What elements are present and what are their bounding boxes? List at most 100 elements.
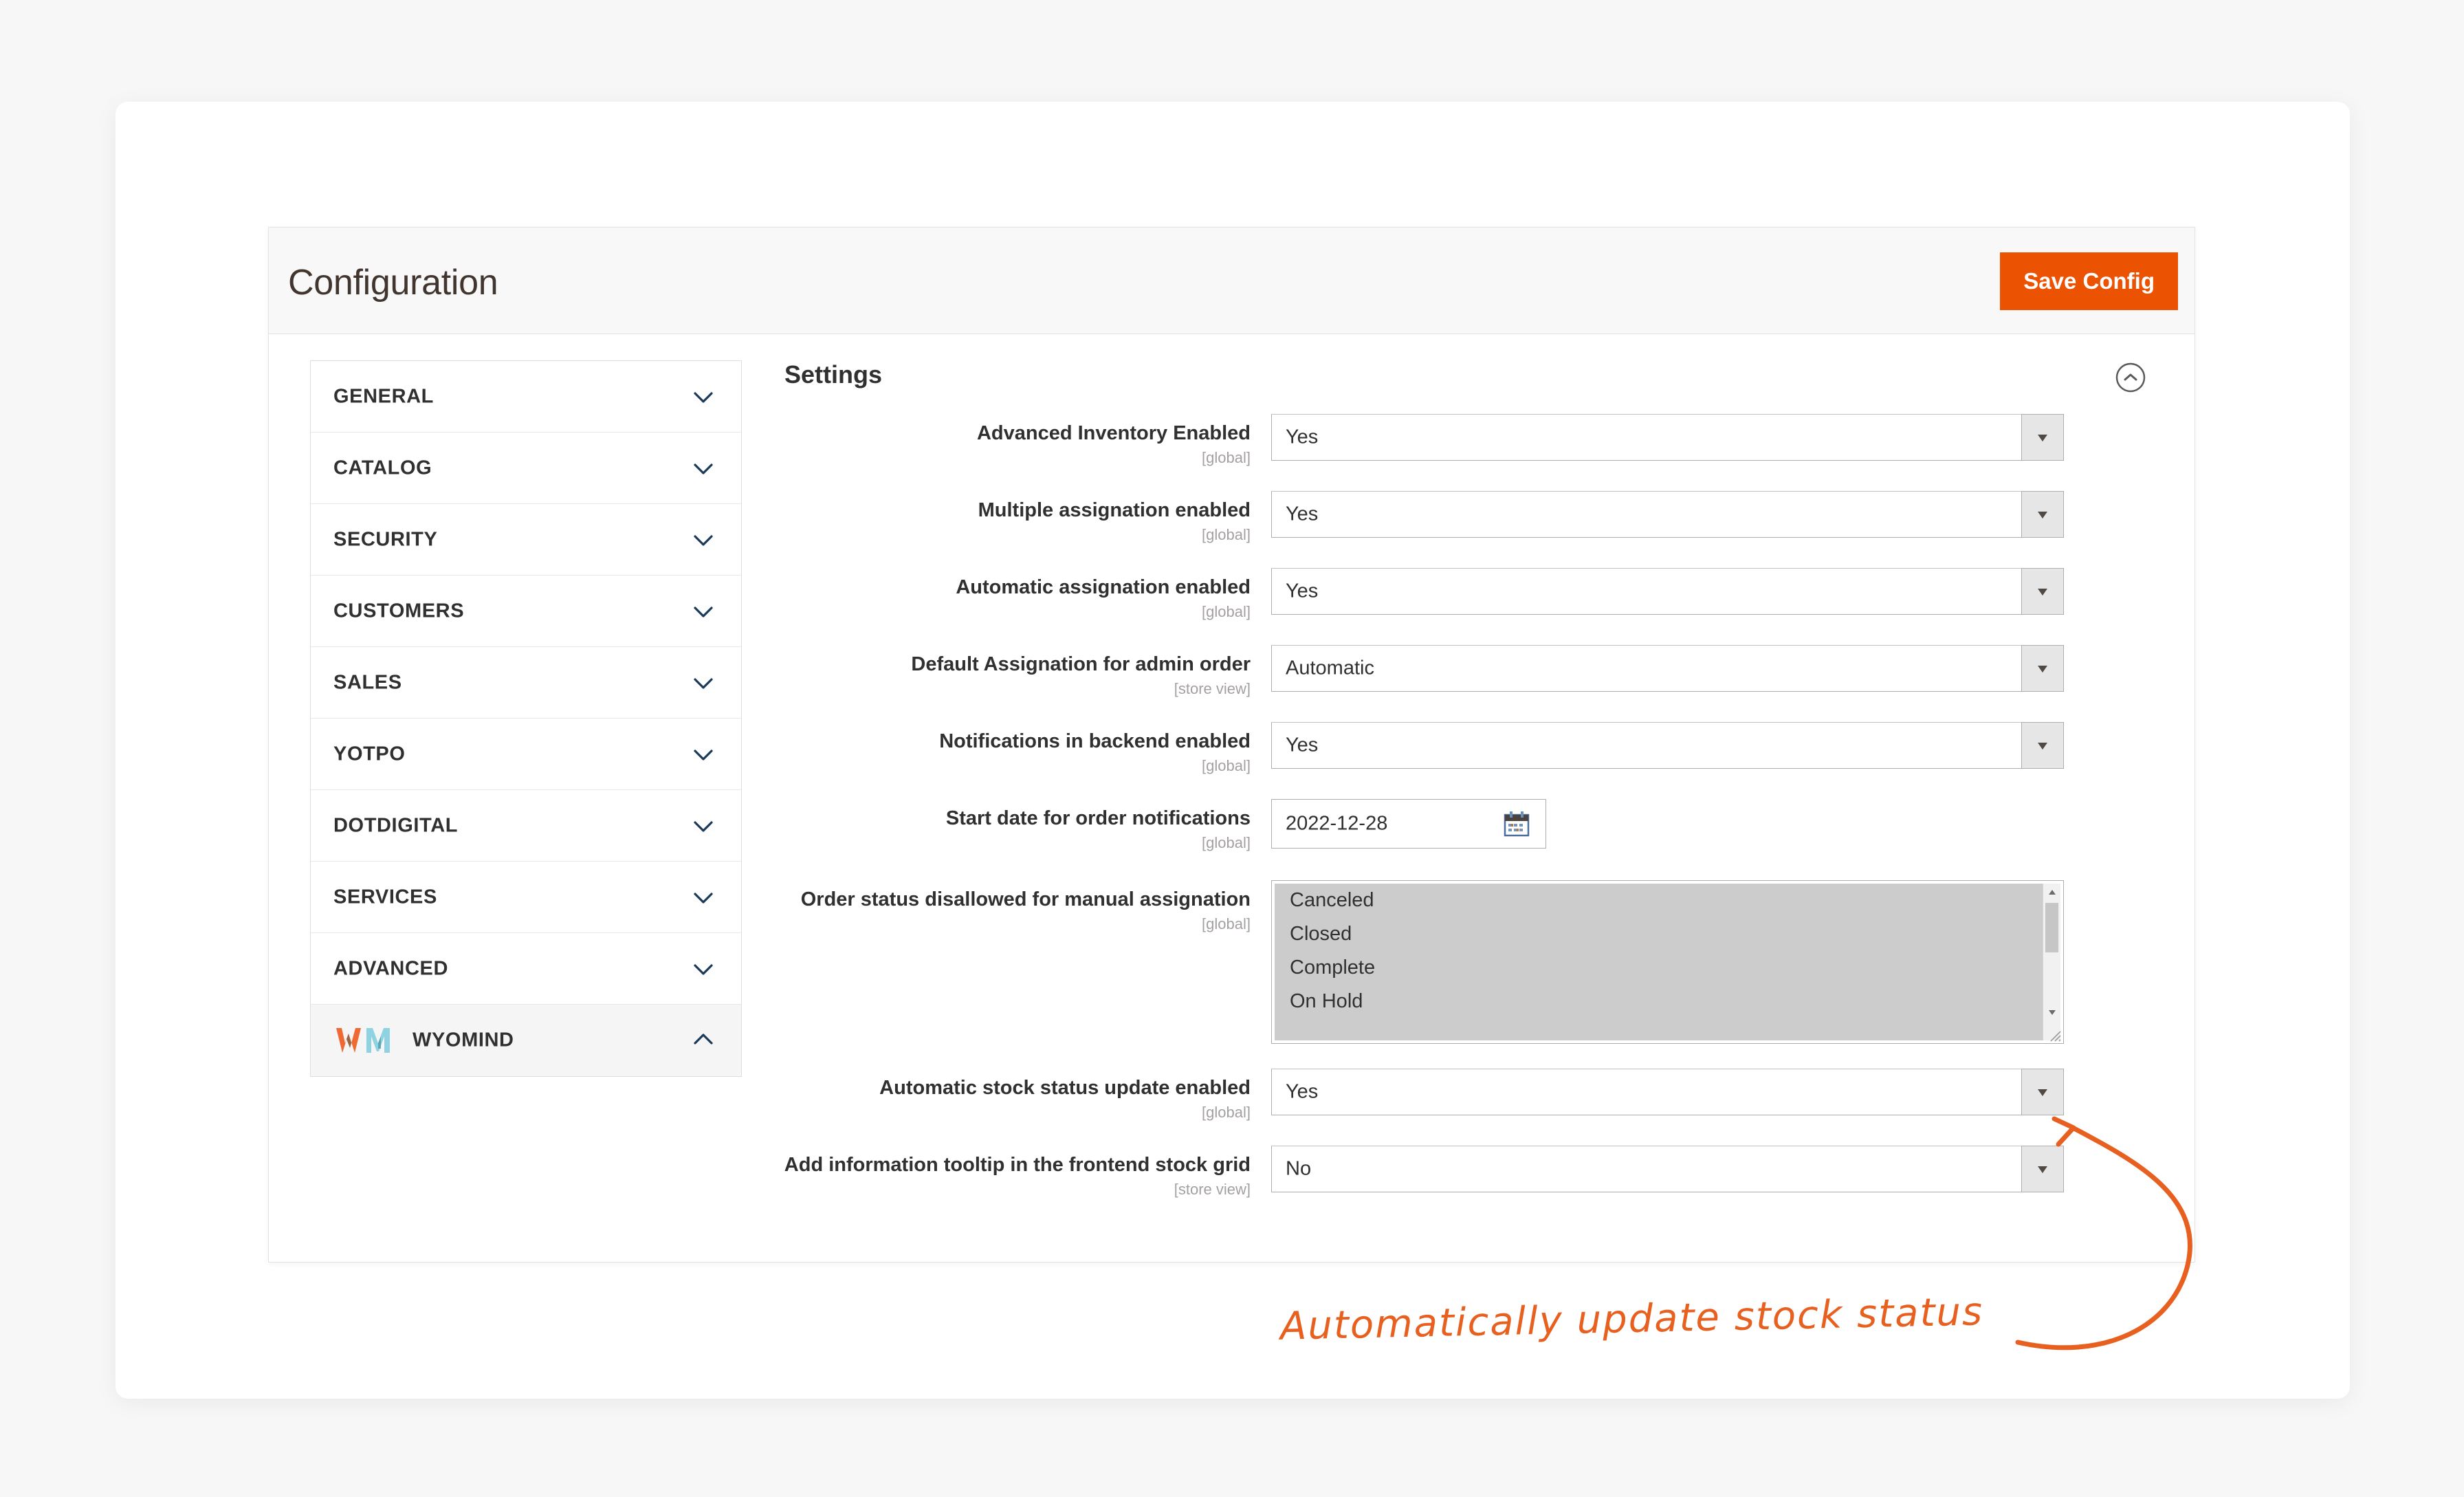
sidebar-item-label: YOTPO xyxy=(333,743,406,765)
field-row: Add information tooltip in the frontend … xyxy=(769,1141,2167,1214)
field-control: No xyxy=(1271,1146,2064,1192)
field-label-wrap: Multiple assignation enabled [global] xyxy=(769,487,1251,543)
select-value: Yes xyxy=(1286,1080,1319,1103)
chevron-down-icon[interactable] xyxy=(2021,645,2064,692)
field-control: Yes xyxy=(1271,722,2064,769)
field-label: Start date for order notifications xyxy=(945,807,1251,829)
field-label: Advanced Inventory Enabled xyxy=(976,422,1251,444)
field-row: Advanced Inventory Enabled [global] Yes xyxy=(769,410,2167,483)
chevron-down-icon[interactable] xyxy=(692,385,715,408)
field-control: Yes xyxy=(1271,568,2064,615)
sidebar-item-label: SERVICES xyxy=(333,886,437,908)
save-config-button[interactable]: Save Config xyxy=(2000,252,2178,310)
chevron-down-icon[interactable] xyxy=(2021,414,2064,461)
chevron-up-circle-icon[interactable] xyxy=(2115,362,2146,393)
select-field[interactable]: Yes xyxy=(1271,1069,2064,1115)
settings-header: Settings xyxy=(769,360,2167,406)
field-label: Automatic assignation enabled xyxy=(956,576,1251,598)
field-control: 2022-12-28 xyxy=(1271,799,1546,849)
field-row: Start date for order notifications [globa… xyxy=(769,795,2167,872)
select-field[interactable]: Yes xyxy=(1271,491,2064,538)
field-scope-label: [global] xyxy=(1202,603,1251,621)
date-field[interactable]: 2022-12-28 xyxy=(1271,799,1546,849)
sidebar-item-sales[interactable]: SALES xyxy=(311,647,741,719)
sidebar-item-security[interactable]: SECURITY xyxy=(311,504,741,576)
sidebar-item-yotpo[interactable]: YOTPO xyxy=(311,719,741,790)
select-value: Yes xyxy=(1286,426,1319,448)
multiselect-option[interactable]: On Hold xyxy=(1275,985,2043,1018)
sidebar-item-label: GENERAL xyxy=(333,385,434,407)
sidebar-item-label: CATALOG xyxy=(333,457,432,479)
select-field[interactable]: Automatic xyxy=(1271,645,2064,692)
chevron-up-icon[interactable] xyxy=(692,1029,715,1052)
scroll-up-arrow-icon[interactable] xyxy=(2043,885,2060,900)
select-field[interactable]: Yes xyxy=(1271,722,2064,769)
chevron-down-icon[interactable] xyxy=(2021,568,2064,615)
chevron-down-icon[interactable] xyxy=(2021,1146,2064,1192)
field-label: Automatic stock status update enabled xyxy=(879,1077,1251,1099)
select-value: No xyxy=(1286,1157,1312,1180)
field-scope-label: [store view] xyxy=(1174,680,1251,698)
sidebar-item-dotdigital[interactable]: DOTDIGITAL xyxy=(311,790,741,862)
field-row: Multiple assignation enabled [global] Yes xyxy=(769,487,2167,560)
sidebar-item-advanced[interactable]: ADVANCED xyxy=(311,933,741,1005)
page-header: Configuration Save Config xyxy=(269,228,2194,334)
field-label-wrap: Start date for order notifications [globa… xyxy=(769,795,1251,851)
multiselect-option[interactable]: Complete xyxy=(1275,951,2043,985)
field-scope-label: [global] xyxy=(1202,1104,1251,1122)
select-value: Yes xyxy=(1286,503,1319,525)
field-control: Yes xyxy=(1271,1069,2064,1115)
scrollbar-thumb[interactable] xyxy=(2045,903,2058,952)
field-label: Multiple assignation enabled xyxy=(978,499,1251,521)
scroll-down-arrow-icon[interactable] xyxy=(2043,1005,2060,1020)
multiselect-option-list[interactable]: Canceled Closed Complete On Hold xyxy=(1275,884,2043,1040)
field-control: Yes xyxy=(1271,414,2064,461)
chevron-down-icon[interactable] xyxy=(692,814,715,838)
chevron-down-icon[interactable] xyxy=(692,528,715,551)
multiselect-field[interactable]: Canceled Closed Complete On Hold xyxy=(1271,880,2064,1044)
field-row: Automatic assignation enabled [global] Yes xyxy=(769,564,2167,637)
multiselect-option[interactable]: Canceled xyxy=(1275,884,2043,917)
sidebar-item-label: CUSTOMERS xyxy=(333,600,465,622)
chevron-down-icon[interactable] xyxy=(2021,722,2064,769)
chevron-down-icon[interactable] xyxy=(692,957,715,981)
select-value: Yes xyxy=(1286,734,1319,756)
field-scope-label: [global] xyxy=(1202,449,1251,467)
sidebar-item-label: SALES xyxy=(333,671,402,693)
sidebar-item-customers[interactable]: CUSTOMERS xyxy=(311,576,741,647)
chevron-down-icon[interactable] xyxy=(692,886,715,909)
chevron-down-icon[interactable] xyxy=(692,600,715,623)
select-field[interactable]: Yes xyxy=(1271,568,2064,615)
settings-section: Settings Advanced Inventory Enabled [glob… xyxy=(769,360,2167,1214)
field-row: Default Assignation for admin order [stor… xyxy=(769,641,2167,714)
field-label-wrap: Default Assignation for admin order [stor… xyxy=(769,641,1251,697)
field-scope-label: [global] xyxy=(1202,834,1251,852)
sidebar-item-label: ADVANCED xyxy=(333,957,448,979)
field-row: Automatic stock status update enabled [gl… xyxy=(769,1064,2167,1137)
resize-grip-icon[interactable] xyxy=(2047,1027,2062,1042)
sidebar-item-services[interactable]: SERVICES xyxy=(311,862,741,933)
field-label: Default Assignation for admin order xyxy=(911,653,1251,675)
chevron-down-icon[interactable] xyxy=(692,671,715,695)
select-field[interactable]: Yes xyxy=(1271,414,2064,461)
multiselect-option[interactable]: Closed xyxy=(1275,917,2043,951)
select-value: Automatic xyxy=(1286,657,1374,679)
sidebar-item-label: WYOMIND xyxy=(412,1029,514,1051)
chevron-down-icon[interactable] xyxy=(2021,491,2064,538)
multiselect-scrollbar[interactable] xyxy=(2043,884,2060,1040)
field-label-wrap: Automatic assignation enabled [global] xyxy=(769,564,1251,620)
settings-section-title: Settings xyxy=(784,360,883,389)
sidebar-item-wyomind[interactable]: WYOMIND xyxy=(311,1005,741,1076)
config-sidebar: GENERAL CATALOG SECURITY CUSTOMERS SALES YOTP… xyxy=(310,360,742,1077)
chevron-down-icon[interactable] xyxy=(692,457,715,480)
field-row: Order status disallowed for manual assig… xyxy=(769,876,2167,1060)
sidebar-item-catalog[interactable]: CATALOG xyxy=(311,433,741,504)
sidebar-item-general[interactable]: GENERAL xyxy=(311,361,741,433)
field-label-wrap: Automatic stock status update enabled [gl… xyxy=(769,1064,1251,1121)
chevron-down-icon[interactable] xyxy=(2021,1069,2064,1115)
select-field[interactable]: No xyxy=(1271,1146,2064,1192)
field-row: Notifications in backend enabled [global]… xyxy=(769,718,2167,791)
chevron-down-icon[interactable] xyxy=(692,743,715,766)
page-title: Configuration xyxy=(288,263,498,303)
calendar-icon[interactable] xyxy=(1503,810,1530,838)
